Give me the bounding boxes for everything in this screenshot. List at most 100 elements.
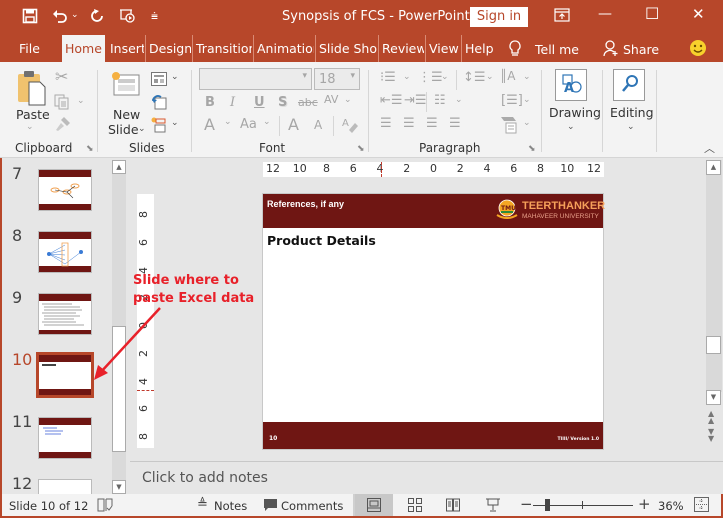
cut-icon[interactable]: ✂ — [55, 67, 68, 86]
italic-button[interactable]: I — [230, 95, 235, 110]
scroll-down-button[interactable]: ▼ — [706, 390, 721, 405]
align-center-icon[interactable]: ☰ — [403, 116, 415, 131]
new-slide-icon[interactable] — [110, 70, 140, 101]
slide-thumbnail-9[interactable] — [38, 293, 92, 335]
reset-icon[interactable] — [151, 94, 167, 113]
character-spacing-button[interactable]: AV — [324, 93, 338, 106]
line-spacing-dropdown-icon[interactable]: ⌄ — [486, 72, 494, 82]
paste-icon[interactable] — [16, 70, 46, 109]
tell-me-input[interactable]: Tell me — [535, 42, 579, 57]
copy-icon[interactable] — [54, 94, 70, 113]
align-text-dropdown-icon[interactable]: ⌄ — [523, 95, 531, 105]
share-button[interactable]: Share — [623, 42, 659, 57]
slide-thumbnail-8[interactable] — [38, 231, 92, 273]
scroll-down-button[interactable]: ▼ — [112, 480, 126, 494]
tab-review[interactable]: Review — [378, 35, 424, 62]
font-name-dropdown-icon[interactable]: ▾ — [302, 71, 307, 81]
scroll-up-button[interactable]: ▲ — [706, 160, 721, 175]
next-slide-icon[interactable]: ▼ ▼ — [708, 428, 714, 443]
slide-header-title[interactable]: References, if any — [267, 199, 344, 209]
comments-icon[interactable] — [263, 498, 278, 515]
customize-qat-icon[interactable]: ⩧ — [151, 9, 158, 24]
paste-label[interactable]: Paste — [16, 107, 50, 122]
change-case-dropdown-icon[interactable]: ⌄ — [263, 117, 271, 127]
smiley-feedback-icon[interactable] — [689, 39, 707, 60]
text-direction-icon[interactable]: ║A — [500, 69, 515, 83]
undo-dropdown-icon[interactable]: ⌄ — [71, 10, 79, 20]
tab-animations[interactable]: Animations — [253, 35, 314, 62]
maximize-button[interactable]: ☐ — [645, 4, 659, 23]
ribbon-display-options-icon[interactable] — [554, 8, 570, 25]
font-dialog-launcher-icon[interactable]: ⬊ — [357, 144, 365, 154]
zoom-out-button[interactable]: − — [520, 495, 533, 513]
smartart-icon[interactable] — [500, 114, 518, 137]
notes-placeholder[interactable]: Click to add notes — [142, 470, 268, 486]
paragraph-dialog-launcher-icon[interactable]: ⬊ — [528, 144, 536, 154]
line-spacing-icon[interactable]: ↕☰ — [463, 70, 486, 85]
slide-sorter-icon[interactable] — [408, 498, 422, 515]
start-from-beginning-icon[interactable] — [119, 8, 137, 28]
slide-body-title[interactable]: Product Details — [267, 233, 376, 248]
accessibility-check-icon[interactable] — [97, 498, 113, 515]
underline-button[interactable]: U — [254, 95, 265, 110]
editing-dropdown-icon[interactable]: ⌄ — [627, 122, 635, 132]
smartart-dropdown-icon[interactable]: ⌄ — [523, 118, 531, 128]
numbering-icon[interactable]: ⋮☰ — [418, 70, 443, 85]
align-text-icon[interactable]: [☰] — [501, 93, 523, 108]
normal-view-button[interactable] — [355, 494, 393, 516]
text-direction-dropdown-icon[interactable]: ⌄ — [523, 72, 531, 82]
increase-indent-icon[interactable]: ⇥☰ — [404, 93, 427, 108]
reading-view-icon[interactable] — [446, 498, 460, 515]
zoom-percent[interactable]: 36% — [658, 499, 684, 513]
font-color-dropdown-icon[interactable]: ⌄ — [224, 117, 232, 127]
redo-icon[interactable] — [89, 8, 105, 28]
drawing-icon[interactable]: A — [555, 69, 587, 101]
drawing-dropdown-icon[interactable]: ⌄ — [567, 122, 575, 132]
font-color-button[interactable]: A — [204, 115, 215, 134]
editing-button[interactable]: Editing — [610, 105, 654, 120]
previous-slide-icon[interactable]: ▲ ▲ — [708, 410, 714, 425]
text-shadow-button[interactable]: S — [278, 95, 287, 110]
comments-button[interactable]: Comments — [281, 499, 343, 513]
save-icon[interactable] — [22, 8, 38, 28]
undo-icon[interactable] — [52, 8, 68, 28]
sign-in-button[interactable]: Sign in — [470, 7, 528, 27]
decrease-indent-icon[interactable]: ⇤☰ — [380, 93, 403, 108]
minimize-button[interactable]: — — [598, 6, 612, 22]
drawing-button[interactable]: Drawing — [549, 105, 601, 120]
tab-help[interactable]: Help — [461, 35, 497, 62]
clear-formatting-icon[interactable]: A — [341, 116, 359, 137]
slide-thumbnail-11[interactable] — [38, 417, 92, 459]
fit-slide-to-window-icon[interactable] — [694, 497, 709, 515]
zoom-slider-thumb[interactable] — [545, 499, 551, 511]
font-name-combobox[interactable]: ▾ — [199, 68, 312, 90]
clipboard-dialog-launcher-icon[interactable]: ⬊ — [86, 144, 94, 154]
tab-home[interactable]: Home — [62, 35, 105, 62]
copy-dropdown-icon[interactable]: ⌄ — [77, 96, 85, 106]
notes-button[interactable]: Notes — [214, 499, 247, 513]
notes-icon[interactable]: ≜ — [197, 497, 208, 512]
font-size-combobox[interactable]: 18 ▾ — [314, 68, 360, 90]
character-spacing-dropdown-icon[interactable]: ⌄ — [344, 95, 352, 105]
paste-dropdown-icon[interactable]: ⌄ — [26, 122, 34, 132]
layout-icon[interactable] — [151, 72, 167, 89]
zoom-in-button[interactable]: + — [638, 495, 651, 513]
current-slide[interactable]: References, if any TMU TEERTHANKER MAHAV… — [262, 193, 605, 450]
numbering-dropdown-icon[interactable]: ⌄ — [441, 72, 449, 82]
new-slide-label-1[interactable]: New — [113, 107, 140, 122]
slide-thumbnail-7[interactable] — [38, 169, 92, 211]
collapse-ribbon-icon[interactable]: ︿ — [704, 140, 715, 156]
lightbulb-icon[interactable] — [508, 40, 522, 60]
change-case-button[interactable]: Aa — [240, 117, 257, 132]
justify-icon[interactable]: ☰ — [449, 116, 461, 131]
align-right-icon[interactable]: ☰ — [426, 116, 438, 131]
tab-slide-show[interactable]: Slide Show — [315, 35, 377, 62]
slide-show-icon[interactable] — [486, 498, 500, 515]
scrollbar-track[interactable] — [706, 160, 722, 392]
bullets-icon[interactable]: ⁝☰ — [380, 70, 396, 85]
section-dropdown-icon[interactable]: ⌄ — [171, 118, 179, 128]
bold-button[interactable]: B — [205, 95, 215, 110]
layout-dropdown-icon[interactable]: ⌄ — [171, 72, 179, 82]
new-slide-dropdown-icon[interactable]: ⌄ — [138, 124, 146, 134]
align-left-icon[interactable]: ☰ — [380, 116, 392, 131]
